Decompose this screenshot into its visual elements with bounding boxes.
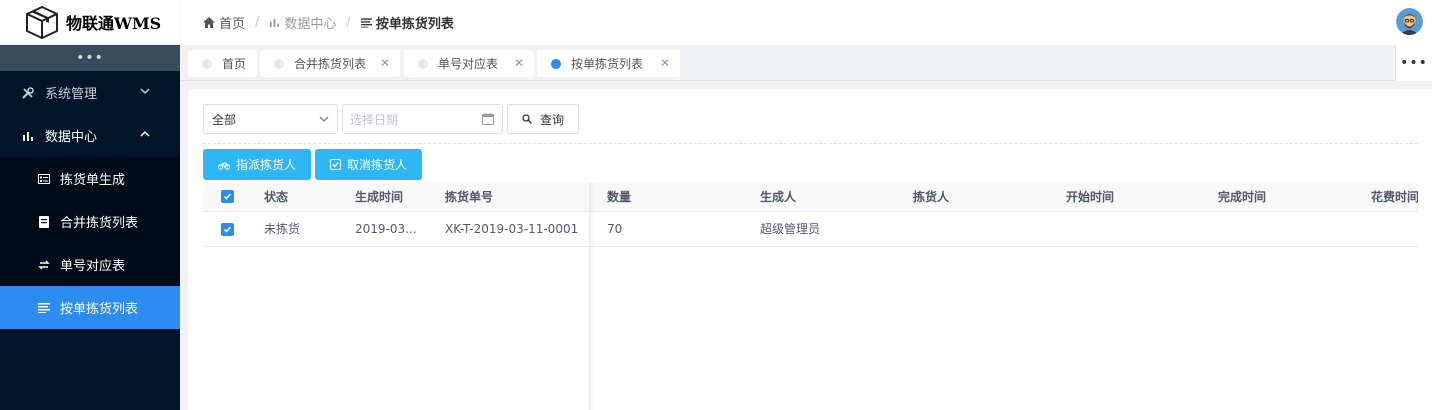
status-select-value: 全部 <box>212 112 237 127</box>
close-icon[interactable]: ✕ <box>660 56 670 70</box>
date-picker[interactable]: 选择日期 <box>342 104 503 134</box>
row-checkbox[interactable] <box>221 223 234 236</box>
tab-order-pick-list[interactable]: 按单拣货列表 ✕ <box>537 50 680 77</box>
fixed-column-divider <box>589 183 594 410</box>
cell-creator: 超级管理员 <box>760 222 821 236</box>
tools-icon <box>21 86 35 100</box>
swap-icon <box>38 259 50 271</box>
column-header-quantity[interactable]: 数量 <box>607 183 631 212</box>
column-header-duration[interactable]: 花费时间 <box>1371 183 1418 212</box>
sidebar-item-label: 按单拣货列表 <box>60 302 139 317</box>
calendar-icon <box>482 113 494 125</box>
sidebar-item-number-mapping[interactable]: 单号对应表 <box>0 243 180 286</box>
breadcrumb-item-data-center[interactable]: 数据中心 <box>269 13 336 32</box>
tab-label: 首页 <box>222 57 247 71</box>
cell-pick-order-no: XK-T-2019-03-11-0001 <box>445 222 579 236</box>
tab-number-mapping[interactable]: 单号对应表 ✕ <box>404 50 534 77</box>
tab-label: 合并拣货列表 <box>294 57 367 71</box>
tab-merged-pick-list[interactable]: 合并拣货列表 ✕ <box>260 50 400 77</box>
column-header-status[interactable]: 状态 <box>264 183 288 212</box>
tabs-bar: 首页 合并拣货列表 ✕ 单号对应表 ✕ 按单拣货列表 ✕ ••• <box>180 45 1432 81</box>
bar-chart-icon <box>269 17 280 28</box>
tab-label: 单号对应表 <box>438 57 499 71</box>
box-logo-icon <box>26 6 58 39</box>
table-row[interactable]: 未拣货 2019-03... XK-T-2019-03-11-0001 70 超… <box>203 212 1418 247</box>
column-header-created-time[interactable]: 生成时间 <box>355 183 403 212</box>
tab-status-dot <box>202 58 212 69</box>
sidebar-item-order-pick-list[interactable]: 按单拣货列表 <box>0 286 180 329</box>
assign-picker-label: 指派拣货人 <box>235 158 296 172</box>
column-header-start-time[interactable]: 开始时间 <box>1066 183 1114 212</box>
sidebar-item-label: 单号对应表 <box>60 259 126 274</box>
main-content: 全部 选择日期 查询 指派拣货人 取消拣货人 状态 生成时间 拣货单号 数量 生… <box>188 89 1432 410</box>
query-button-label: 查询 <box>539 112 564 127</box>
chevron-up-icon <box>140 130 150 137</box>
checkbox-icon <box>329 159 341 170</box>
breadcrumb-separator: / <box>346 15 351 30</box>
table-header: 状态 生成时间 拣货单号 数量 生成人 拣货人 开始时间 完成时间 花费时间 <box>203 183 1418 212</box>
chevron-down-icon <box>319 116 329 122</box>
app-title: 物联通WMS <box>66 14 162 33</box>
breadcrumb-label: 按单拣货列表 <box>375 17 454 32</box>
pick-list-table: 状态 生成时间 拣货单号 数量 生成人 拣货人 开始时间 完成时间 花费时间 未… <box>203 183 1418 410</box>
column-header-creator[interactable]: 生成人 <box>760 183 796 212</box>
cell-quantity: 70 <box>607 222 623 236</box>
menu-group-system-management[interactable]: 系统管理 <box>0 71 180 114</box>
sidebar-collapse-toggle[interactable]: ••• <box>0 45 180 71</box>
status-select[interactable]: 全部 <box>203 104 338 134</box>
tab-status-dot <box>551 58 561 69</box>
breadcrumb-separator: / <box>255 15 260 30</box>
sidebar: 物联通WMS ••• 系统管理 数据中心 拣货单生成 合并拣货列表 单号对应表 … <box>0 0 180 410</box>
menu-group-label: 系统管理 <box>45 87 98 102</box>
cell-created-time: 2019-03... <box>355 222 417 236</box>
logo-bar: 物联通WMS <box>0 0 180 45</box>
cell-status: 未拣货 <box>264 222 301 236</box>
cancel-picker-label: 取消拣货人 <box>346 158 407 172</box>
cancel-picker-button[interactable]: 取消拣货人 <box>315 149 422 180</box>
sidebar-item-pick-order-generate[interactable]: 拣货单生成 <box>0 157 180 200</box>
query-button[interactable]: 查询 <box>507 104 579 134</box>
column-header-pick-order-no[interactable]: 拣货单号 <box>445 183 493 212</box>
tab-status-dot <box>274 58 284 69</box>
select-all-checkbox[interactable] <box>221 190 234 203</box>
chevron-down-icon <box>140 88 150 95</box>
home-icon <box>203 17 215 28</box>
breadcrumb-label: 首页 <box>219 17 246 32</box>
close-icon[interactable]: ✕ <box>514 56 524 70</box>
tab-home[interactable]: 首页 <box>188 50 257 77</box>
column-header-picker[interactable]: 拣货人 <box>913 183 949 212</box>
menu-group-data-center[interactable]: 数据中心 <box>0 114 180 157</box>
bicycle-icon <box>217 160 230 170</box>
breadcrumb-label: 数据中心 <box>284 17 337 32</box>
sidebar-item-merged-pick-list[interactable]: 合并拣货列表 <box>0 200 180 243</box>
list-icon <box>38 302 50 314</box>
submenu-data-center: 拣货单生成 合并拣货列表 单号对应表 按单拣货列表 <box>0 157 180 329</box>
user-avatar[interactable] <box>1396 8 1423 35</box>
list-card-icon <box>38 173 50 185</box>
document-icon <box>38 215 50 228</box>
close-icon[interactable]: ✕ <box>380 56 390 70</box>
divider <box>203 143 1418 144</box>
tab-label: 按单拣货列表 <box>571 57 644 71</box>
date-picker-placeholder: 选择日期 <box>350 112 399 127</box>
assign-picker-button[interactable]: 指派拣货人 <box>203 149 311 180</box>
breadcrumb-item-current: 按单拣货列表 <box>360 13 454 32</box>
list-icon <box>360 17 372 28</box>
menu-group-label: 数据中心 <box>45 130 98 145</box>
search-icon <box>522 114 532 124</box>
breadcrumb-item-home[interactable]: 首页 <box>203 13 245 32</box>
sidebar-item-label: 拣货单生成 <box>60 173 126 188</box>
column-header-finish-time[interactable]: 完成时间 <box>1218 183 1266 212</box>
tab-status-dot <box>418 58 428 69</box>
tabs-more-button[interactable]: ••• <box>1395 45 1432 81</box>
sidebar-item-label: 合并拣货列表 <box>60 216 139 231</box>
top-header: 首页 / 数据中心 / 按单拣货列表 <box>180 0 1432 45</box>
bar-chart-icon <box>21 129 35 143</box>
